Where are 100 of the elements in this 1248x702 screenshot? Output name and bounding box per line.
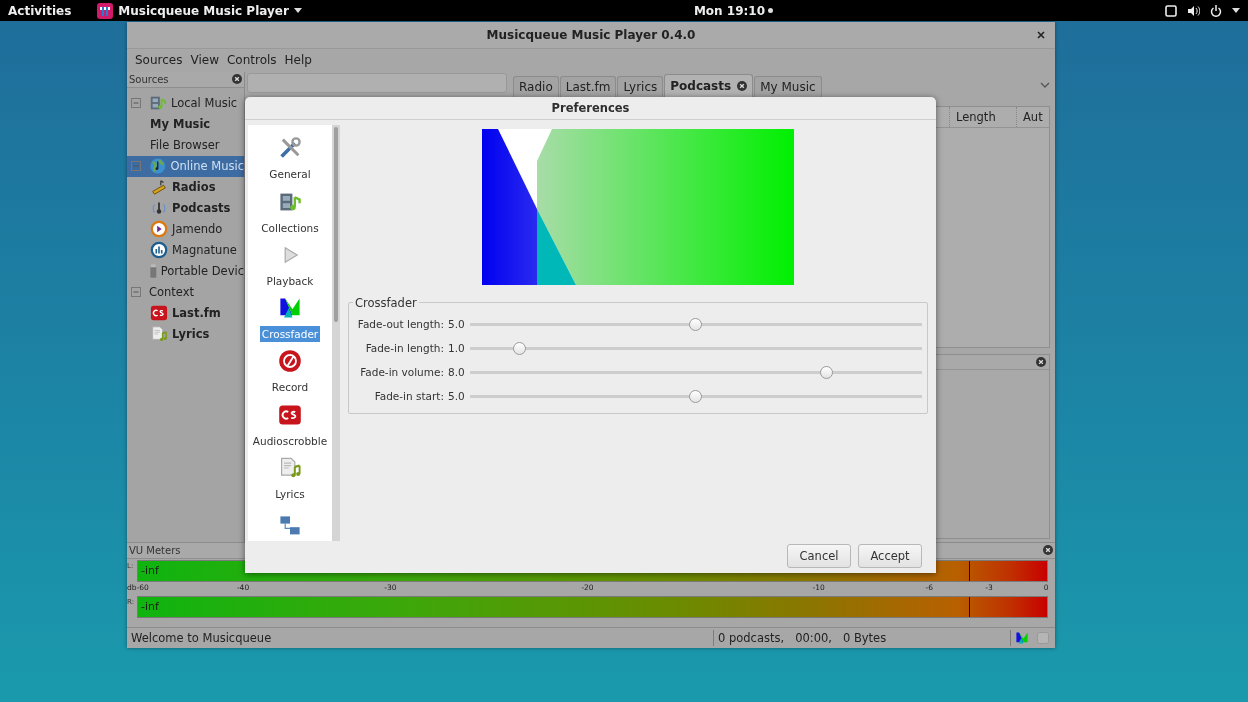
globe-icon	[149, 157, 167, 176]
tab[interactable]: My Music	[754, 75, 822, 98]
podcast-count: 0 podcasts,	[718, 631, 785, 646]
menu-item[interactable]: Help	[280, 53, 316, 68]
tab[interactable]: Lyrics	[617, 75, 664, 98]
caret-icon[interactable]	[293, 8, 302, 13]
source-label: Magnatune	[172, 243, 237, 258]
source-label: File Browser	[150, 138, 220, 153]
total-size: 0 Bytes	[842, 631, 887, 646]
source-item[interactable]: Local Music	[127, 92, 244, 114]
source-item[interactable]: Jamendo	[127, 218, 244, 240]
close-icon[interactable]	[1036, 356, 1046, 367]
search-field[interactable]	[247, 72, 507, 93]
play-circle-icon	[150, 220, 168, 239]
source-item[interactable]: Lyrics	[127, 323, 244, 345]
tab[interactable]: Last.fm	[559, 75, 617, 98]
source-label: Jamendo	[172, 222, 223, 237]
window-icon[interactable]	[1165, 4, 1177, 17]
category-item[interactable]: Lyrics	[273, 485, 307, 502]
tab[interactable]: Radio	[513, 75, 559, 98]
radio-icon	[150, 178, 168, 197]
caret-icon[interactable]	[1232, 8, 1240, 13]
source-item[interactable]: Last.fm	[127, 302, 244, 324]
slider-label: Fade-in start:	[373, 390, 444, 402]
bars-circle-icon	[150, 241, 168, 260]
clock[interactable]: Mon 19:10	[693, 3, 765, 18]
crossfader-icon	[278, 296, 302, 321]
source-item[interactable]: Context	[127, 281, 244, 303]
slider-thumb[interactable]	[689, 389, 702, 403]
close-icon[interactable]	[737, 81, 748, 92]
menu-item[interactable]: Sources	[131, 53, 187, 68]
category-item[interactable]: Audioscrobble	[250, 432, 330, 449]
slider-value: 5.0	[447, 318, 466, 330]
source-item[interactable]: My Music	[127, 113, 244, 135]
notification-dot-icon	[768, 8, 773, 13]
source-item[interactable]: Radios	[127, 176, 244, 198]
scrobble-icon[interactable]	[1037, 632, 1049, 645]
slider-thumb[interactable]	[512, 341, 526, 355]
close-icon[interactable]	[1037, 31, 1045, 39]
source-item[interactable]: Podcasts	[127, 197, 244, 219]
slider-thumb[interactable]	[820, 365, 834, 379]
accept-button[interactable]: Accept	[858, 544, 922, 568]
menu-item[interactable]: View	[186, 53, 223, 68]
slider-value: 5.0	[447, 390, 466, 402]
collapse-icon[interactable]	[131, 98, 141, 109]
slider-value: 1.0	[447, 342, 466, 354]
chevron-down-icon[interactable]	[1040, 81, 1050, 88]
source-label: My Music	[150, 117, 211, 132]
close-icon[interactable]	[1043, 545, 1053, 555]
source-item[interactable]: Online Music	[127, 155, 244, 177]
tab[interactable]: Podcasts	[664, 73, 754, 98]
category-item[interactable]: General	[267, 166, 313, 183]
status-message: Welcome to Musicqueue	[130, 631, 273, 646]
app-menu-title[interactable]: Musicqueue Music Player	[118, 3, 289, 18]
collapse-icon[interactable]	[131, 161, 141, 172]
close-icon[interactable]	[232, 74, 242, 85]
slider-thumb[interactable]	[689, 317, 702, 331]
total-time: 00:00,	[795, 631, 832, 646]
lastfm-icon	[278, 402, 302, 427]
slider-label: Fade-in volume:	[359, 366, 444, 378]
meter-reading: -inf	[140, 600, 159, 613]
slider-label: Fade-in length:	[364, 342, 444, 354]
dialog-title: Preferences	[551, 101, 630, 115]
document-note-icon	[150, 325, 168, 344]
usb-stick-icon	[150, 262, 157, 281]
source-item[interactable]: Portable Devic	[127, 260, 244, 282]
column-header[interactable]: Aut	[1016, 106, 1049, 127]
menu-item[interactable]: Controls	[222, 53, 281, 68]
column-header[interactable]: Length	[949, 106, 1016, 127]
cancel-button[interactable]: Cancel	[787, 544, 851, 568]
source-item[interactable]: File Browser	[127, 134, 244, 156]
category-item[interactable]: Playback	[264, 272, 316, 289]
slider-label: Fade-out length:	[356, 318, 444, 330]
meter-reading: -inf	[140, 564, 159, 577]
source-label: Portable Devic	[160, 264, 244, 279]
lastfm-icon	[150, 304, 168, 323]
source-label: Local Music	[171, 96, 238, 111]
collapse-icon[interactable]	[131, 287, 141, 298]
source-item[interactable]: Magnatune	[127, 239, 244, 261]
document-note-icon	[278, 455, 302, 480]
source-label: Podcasts	[172, 201, 231, 216]
window-title: Musicqueue Music Player 0.4.0	[486, 27, 696, 42]
panel-title: VU Meters	[129, 544, 181, 556]
record-icon	[278, 349, 302, 374]
category-item[interactable]: Record	[269, 379, 311, 396]
app-logo-icon	[97, 2, 114, 19]
group-title: Crossfader	[353, 296, 419, 310]
volume-icon[interactable]	[1187, 4, 1200, 17]
panel-title: Sources	[129, 73, 169, 85]
slider-value: 8.0	[447, 366, 466, 378]
source-label: Context	[149, 285, 195, 300]
source-label: Last.fm	[172, 306, 221, 321]
source-label: Online Music	[170, 159, 244, 174]
power-icon[interactable]	[1210, 4, 1222, 17]
crossfader-icon	[1015, 631, 1029, 646]
source-label: Radios	[172, 180, 216, 195]
category-item[interactable]: Collections	[259, 219, 321, 236]
scrollbar[interactable]	[332, 125, 340, 541]
source-label: Lyrics	[172, 327, 210, 342]
activities-button[interactable]: Activities	[8, 3, 72, 18]
